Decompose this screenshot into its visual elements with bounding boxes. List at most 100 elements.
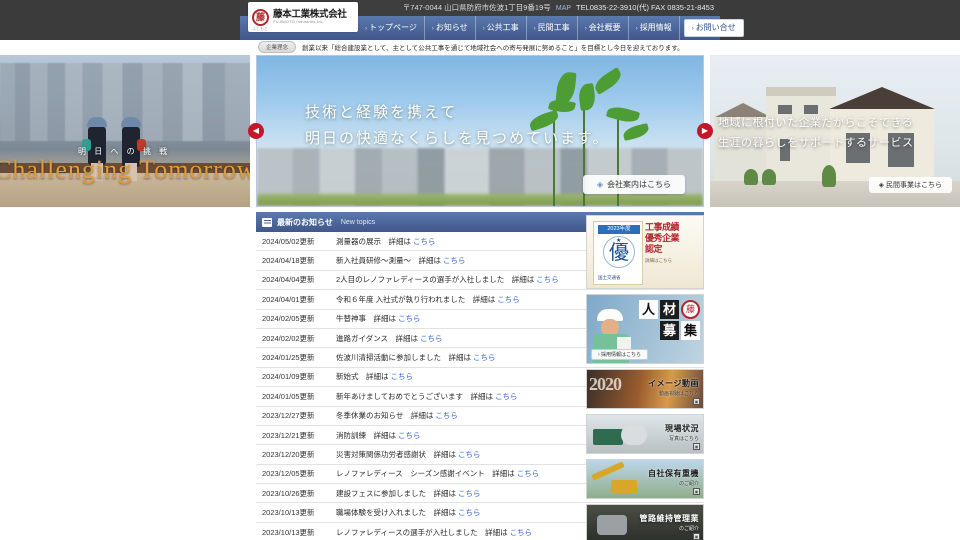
news-title: 最新のお知らせ — [277, 217, 333, 228]
news-text: 令和６年度 入社式が執り行われました 詳細は — [336, 294, 495, 305]
private-works-button[interactable]: ◈ 民間事業はこちら — [869, 177, 952, 193]
nav-item-public-works[interactable]: ›公共工事 — [476, 16, 527, 40]
slider-next-button[interactable]: ▶ — [697, 123, 713, 139]
news-detail-link[interactable]: こちら — [398, 430, 421, 441]
news-detail-link[interactable]: こちら — [391, 371, 414, 382]
news-detail-link[interactable]: こちら — [458, 488, 481, 499]
recruit-char: 材 — [660, 300, 679, 319]
hero-right-caption-line1: 地域に根付いた企業だからこそできる — [718, 113, 914, 133]
site-header: 〒747-0044 山口県防府市佐波1丁目9番19号 MAP TEL0835-2… — [0, 0, 960, 40]
banner-excellent-company-certificate[interactable]: 2023年度 優 ★ 国土交通省 工事成績 優秀企業 認定 詳細はこちら — [586, 215, 704, 289]
news-text: 建設フェスに参加しました 詳細は — [336, 488, 456, 499]
news-detail-link[interactable]: こちら — [495, 391, 518, 402]
news-detail-link[interactable]: こちら — [458, 507, 481, 518]
nav-item-recruit[interactable]: ›採用情報 — [629, 16, 680, 40]
chevron-right-icon: › — [534, 26, 536, 32]
slider-prev-button[interactable]: ◀ — [248, 123, 264, 139]
banner-title: 自社保有重機 — [648, 468, 699, 479]
chevron-right-icon: › — [365, 26, 367, 32]
certificate-more-link[interactable]: 詳細はこちら — [645, 258, 700, 264]
nav-item-private-works[interactable]: ›民間工事 — [527, 16, 578, 40]
news-detail-link[interactable]: こちら — [443, 255, 466, 266]
company-name: 藤本工業株式会社 — [273, 10, 347, 20]
news-date: 2023/10/26更新 — [262, 488, 336, 499]
banner-site-status[interactable]: 現場状況 写真はこちら ▣ — [586, 414, 704, 454]
news-text: 佐波川清掃活動に参加しました 詳細は — [336, 352, 471, 363]
expand-icon[interactable]: ▣ — [693, 443, 700, 450]
news-text: 牛替神事 詳細は — [336, 313, 396, 324]
expand-icon[interactable]: ▣ — [693, 488, 700, 495]
chevron-right-icon: › — [585, 26, 587, 32]
news-detail-link[interactable]: こちら — [420, 333, 443, 344]
banner-recruitment[interactable]: 人 材 藤 募 集 › 採用情報はこちら — [586, 294, 704, 364]
banner-label: 現場状況 写真はこちら — [665, 423, 699, 442]
banner-label: 管路維持管理業 のご紹介 — [640, 513, 700, 532]
nav-item-label: お知らせ — [436, 23, 468, 32]
philosophy-badge[interactable]: 企業理念 — [258, 41, 296, 53]
nav-item-news[interactable]: ›お知らせ — [425, 16, 476, 40]
news-date: 2024/01/05更新 — [262, 391, 336, 402]
news-text: レノファレディース シーズン感謝イベント 詳細は — [336, 468, 515, 479]
banner-title: イメージ動画 — [648, 378, 699, 389]
hero-slider: 明 日 へ の 挑 戦 Challenging Tomorrow 技術と経験を携… — [0, 55, 960, 207]
nav-item-list: ›トップページ ›お知らせ ›公共工事 ›民間工事 ›会社概要 ›採用情報 — [358, 16, 744, 40]
news-date: 2023/12/05更新 — [262, 468, 336, 479]
pipe-robot-shape — [597, 515, 627, 535]
news-detail-link[interactable]: こちら — [435, 410, 458, 421]
logo-text-group: 藤本工業株式会社 FUJIMOTO Industries,Inc. — [273, 10, 347, 25]
diamond-icon: ◈ — [597, 180, 603, 189]
news-detail-link[interactable]: こちら — [497, 294, 520, 305]
private-works-button-label: 民間事業はこちら — [886, 182, 942, 189]
nav-item-label: 会社概要 — [589, 23, 621, 32]
recruitment-headline-row2: 募 集 — [639, 321, 700, 340]
news-detail-link[interactable]: こちら — [458, 449, 481, 460]
news-date: 2023/12/27更新 — [262, 410, 336, 421]
news-text: 冬季休業のお知らせ 詳細は — [336, 410, 433, 421]
news-text: 進路ガイダンス 詳細は — [336, 333, 418, 344]
certificate-line1: 工事成績 — [645, 222, 700, 233]
sidebar-banners: 2023年度 優 ★ 国土交通省 工事成績 優秀企業 認定 詳細はこちら — [586, 215, 704, 540]
news-text: 測量器の展示 詳細は — [336, 236, 411, 247]
company-name-en: FUJIMOTO Industries,Inc. — [273, 20, 347, 24]
nav-item-label: 民間工事 — [538, 23, 570, 32]
news-text: 職場体験を受け入れました 詳細は — [336, 507, 456, 518]
hero-slide-next[interactable]: 地域に根付いた企業だからこそできる 生涯の暮らしをサポートするサービス ◈ 民間… — [710, 55, 960, 207]
banner-title: 管路維持管理業 — [640, 513, 700, 524]
announcement-icon — [262, 218, 272, 227]
company-info-button[interactable]: ◈会社案内はこちら — [583, 175, 685, 194]
mixer-drum-shape — [621, 425, 647, 445]
news-detail-link[interactable]: こちら — [517, 468, 540, 479]
banner-subtitle: 写真はこちら — [665, 435, 699, 442]
news-detail-link[interactable]: こちら — [413, 236, 436, 247]
expand-icon[interactable]: ▣ — [693, 398, 700, 405]
banner-subtitle: のご紹介 — [648, 480, 699, 487]
banner-image-video[interactable]: 2020 イメージ動画 動画視聴はこちら ▣ — [586, 369, 704, 409]
nav-item-contact[interactable]: ›お問い合せ — [684, 19, 744, 37]
banner-owned-machinery[interactable]: 自社保有重機 のご紹介 ▣ — [586, 459, 704, 499]
hero-slide-previous[interactable]: 明 日 へ の 挑 戦 Challenging Tomorrow — [0, 55, 250, 207]
recruit-info-button[interactable]: › 採用情報はこちら — [591, 349, 648, 360]
hero-right-caption-line2: 生涯の暮らしをサポートするサービス — [718, 133, 914, 153]
site-logo[interactable]: 藤 藤本工業株式会社 FUJIMOTO Industries,Inc. ふじもと — [248, 2, 358, 32]
hero-headline-line1: 技術と経験を携えて — [305, 100, 610, 126]
company-crest-icon: 藤 — [252, 9, 269, 26]
news-detail-link[interactable]: こちら — [398, 313, 421, 324]
news-date: 2024/05/02更新 — [262, 236, 336, 247]
shrub-icon — [822, 165, 836, 187]
news-detail-link[interactable]: こちら — [510, 527, 533, 538]
hero-left-en-caption: Challenging Tomorrow — [0, 155, 250, 185]
expand-icon[interactable]: ▣ — [693, 533, 700, 540]
news-detail-link[interactable]: こちら — [473, 352, 496, 363]
map-link[interactable]: MAP — [556, 5, 571, 12]
banner-pipeline-maintenance[interactable]: 管路維持管理業 のご紹介 ▣ — [586, 504, 704, 540]
nav-item-company-profile[interactable]: ›会社概要 — [578, 16, 629, 40]
recruitment-headline-row1: 人 材 藤 — [639, 300, 700, 319]
diamond-icon: ◈ — [879, 182, 884, 189]
hero-slide-active[interactable]: 技術と経験を携えて 明日の快適なくらしを見つめています。 ◈会社案内はこちら — [256, 55, 704, 207]
nav-item-top[interactable]: ›トップページ — [358, 16, 425, 40]
news-date: 2023/12/20更新 — [262, 449, 336, 460]
header-left-fill — [0, 0, 240, 40]
news-date: 2024/02/05更新 — [262, 313, 336, 324]
news-detail-link[interactable]: こちら — [536, 274, 559, 285]
company-crest-icon: 藤 — [681, 300, 700, 319]
